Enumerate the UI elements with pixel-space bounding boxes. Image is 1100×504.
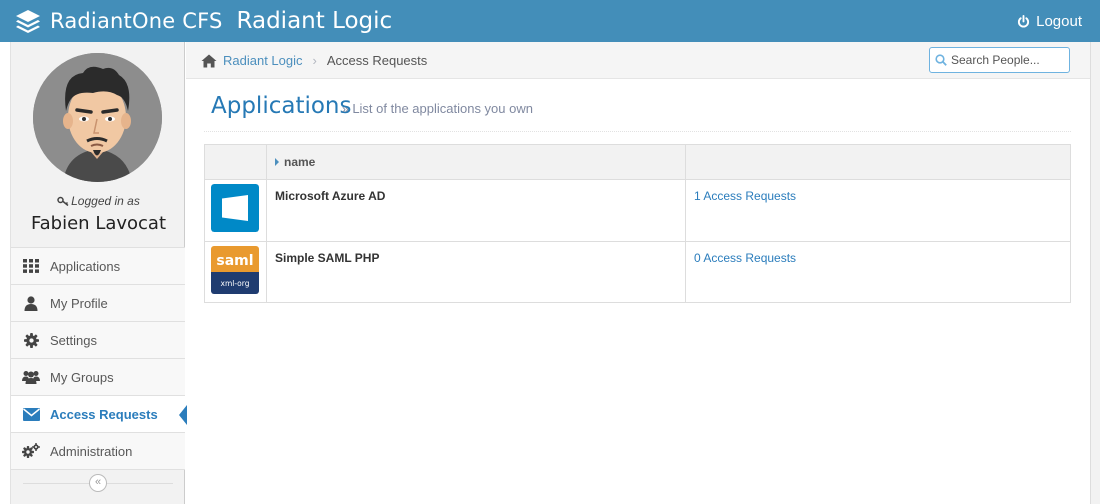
app-name: Simple SAML PHP (266, 241, 686, 303)
saml-logo-icon[interactable]: saml xml-org (211, 246, 259, 294)
sidebar: Logged in as Fabien Lavocat Applications… (10, 42, 187, 504)
sidebar-item-label: My Groups (50, 369, 114, 385)
sidebar-item-my-profile[interactable]: My Profile (11, 284, 185, 321)
column-header-name[interactable]: name (266, 144, 686, 180)
caret-right-icon (275, 158, 279, 166)
app-logo-cell (204, 179, 267, 242)
chevron-right-icon: › (312, 53, 317, 68)
sidebar-item-access-requests[interactable]: Access Requests (11, 395, 187, 432)
home-icon (201, 54, 217, 67)
cogs-icon (22, 443, 40, 459)
avatar (33, 53, 162, 182)
sidebar-item-label: Access Requests (50, 406, 158, 422)
breadcrumb-current: Access Requests (326, 53, 428, 68)
users-icon (22, 369, 40, 385)
access-requests-link[interactable]: 0 Access Requests (694, 251, 796, 265)
sidebar-item-label: My Profile (50, 295, 108, 311)
gear-icon (22, 332, 40, 348)
search-icon (935, 54, 947, 66)
search-box[interactable] (929, 47, 1070, 73)
breadcrumb-home-link[interactable]: Radiant Logic (223, 53, 303, 68)
top-navbar: RadiantOne CFS Radiant Logic Logout (0, 0, 1100, 42)
sidebar-nav: Applications My Profile Settings My Grou… (11, 247, 187, 469)
sidebar-item-label: Settings (50, 332, 97, 348)
page-header: Applications » List of the applications … (204, 80, 1071, 132)
applications-table: name Microsoft Azure AD 1 Access Request… (204, 144, 1071, 303)
column-header-logo (204, 144, 267, 180)
sidebar-item-applications[interactable]: Applications (11, 247, 185, 284)
saml-logo-subtext: xml-org (221, 279, 250, 288)
sidebar-item-administration[interactable]: Administration (11, 432, 185, 469)
windows-logo-icon[interactable] (211, 184, 259, 232)
key-icon (57, 196, 69, 207)
company-name: Radiant Logic (236, 8, 393, 34)
table-header-row: name (204, 144, 1071, 180)
search-input[interactable] (951, 53, 1063, 67)
table-row: Microsoft Azure AD 1 Access Requests (204, 179, 1071, 242)
brand[interactable]: RadiantOne CFS Radiant Logic (14, 0, 392, 42)
breadcrumb: Radiant Logic › Access Requests (201, 42, 427, 79)
saml-logo-text: saml (216, 253, 253, 269)
sidebar-item-my-groups[interactable]: My Groups (11, 358, 185, 395)
breadcrumb-bar: Radiant Logic › Access Requests (186, 42, 1090, 79)
app-name: Microsoft Azure AD (266, 179, 686, 242)
column-header-requests (685, 144, 1071, 180)
page-subtitle: » List of the applications you own (342, 101, 533, 116)
logout-button[interactable]: Logout (1017, 0, 1082, 42)
table-row: saml xml-org Simple SAML PHP 0 Access Re… (204, 241, 1071, 303)
access-requests-cell: 1 Access Requests (685, 179, 1071, 242)
double-chevron-right-icon: » (342, 102, 349, 116)
access-requests-cell: 0 Access Requests (685, 241, 1071, 303)
product-name: RadiantOne CFS (50, 9, 223, 33)
sidebar-item-label: Administration (50, 443, 133, 459)
power-icon (1018, 14, 1030, 27)
app-logo-cell: saml xml-org (204, 241, 267, 303)
user-icon (22, 295, 40, 311)
logged-in-label: Logged in as (11, 194, 186, 208)
sidebar-item-settings[interactable]: Settings (11, 321, 185, 358)
layers-icon (16, 10, 40, 33)
user-name: Fabien Lavocat (30, 213, 167, 234)
sidebar-collapse-row: « (11, 469, 185, 499)
page-title: Applications (211, 93, 352, 119)
logout-label: Logout (1036, 12, 1082, 30)
double-chevron-left-icon[interactable]: « (89, 474, 107, 492)
grid-icon (22, 258, 40, 274)
envelope-icon (22, 406, 40, 422)
right-gutter (1090, 42, 1100, 504)
sidebar-item-label: Applications (50, 258, 121, 274)
access-requests-link[interactable]: 1 Access Requests (694, 189, 796, 203)
